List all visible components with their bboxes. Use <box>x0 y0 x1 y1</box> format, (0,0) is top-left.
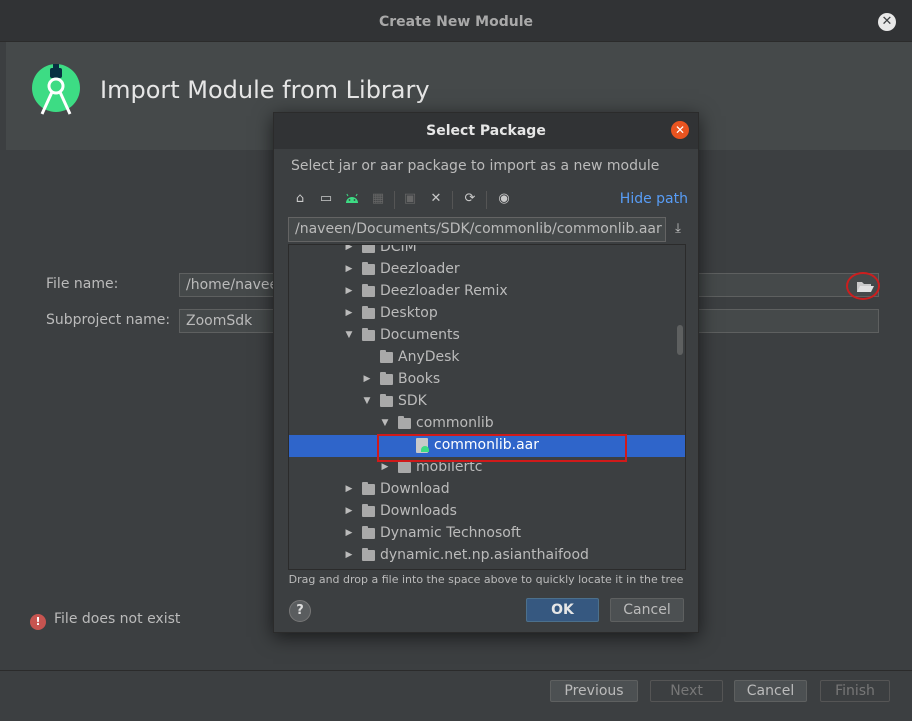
window-close-icon[interactable]: ✕ <box>878 13 896 31</box>
select-package-dialog: Select Package ✕ Select jar or aar packa… <box>273 112 699 633</box>
folder-icon <box>362 262 375 275</box>
tree-folder-row[interactable]: ▼ SDK <box>289 391 685 413</box>
outer-titlebar: Create New Module ✕ <box>0 0 912 42</box>
folder-icon <box>362 548 375 561</box>
subproject-name-label: Subproject name: <box>46 312 171 328</box>
tree-item-label: Dynamic Technosoft <box>380 525 522 541</box>
desktop-icon[interactable]: ▭ <box>318 191 334 207</box>
tree-folder-row[interactable]: ▼ commonlib <box>289 413 685 435</box>
selection-highlight-box <box>377 434 627 462</box>
collapsed-arrow-icon[interactable]: ▶ <box>344 264 354 274</box>
scroll-thumb[interactable] <box>677 325 683 355</box>
toolbar-separator <box>452 191 453 209</box>
tree-item-label: dynamic.net.np.asianthaifood <box>380 547 589 563</box>
tree-folder-row[interactable]: ▶ Downloads <box>289 501 685 523</box>
collapsed-arrow-icon[interactable]: ▶ <box>344 245 354 252</box>
path-input[interactable]: /naveen/Documents/SDK/commonlib/commonli… <box>288 217 666 242</box>
show-hidden-icon[interactable]: ◉ <box>496 191 512 207</box>
expanded-arrow-icon[interactable]: ▼ <box>344 330 354 340</box>
tree-item-label: DCIM <box>380 244 417 255</box>
drag-drop-hint: Drag and drop a file into the space abov… <box>288 573 684 586</box>
dialog-close-icon[interactable]: ✕ <box>671 121 689 139</box>
dialog-description: Select jar or aar package to import as a… <box>291 158 660 174</box>
finish-button[interactable]: Finish <box>820 680 890 702</box>
tree-folder-row[interactable]: ▶ Books <box>289 369 685 391</box>
expanded-arrow-icon[interactable]: ▼ <box>362 396 372 406</box>
tree-item-label: Books <box>398 371 441 387</box>
folder-icon <box>362 526 375 539</box>
hide-path-link[interactable]: Hide path <box>620 191 688 207</box>
next-button[interactable]: Next <box>650 680 723 702</box>
tree-item-label: Deezloader Remix <box>380 283 508 299</box>
expanded-arrow-icon[interactable]: ▼ <box>380 418 390 428</box>
error-message: ! File does not exist <box>30 611 180 630</box>
tree-folder-row[interactable]: ▶ Deezloader Remix <box>289 281 685 303</box>
tree-item-label: commonlib <box>416 415 494 431</box>
file-name-label: File name: <box>46 276 119 292</box>
tree-folder-row[interactable]: ▶ Deezloader <box>289 259 685 281</box>
ok-button[interactable]: OK <box>526 598 599 622</box>
tree-item-label: Downloads <box>380 503 457 519</box>
browse-highlight-circle <box>846 272 880 300</box>
tree-scrollbar[interactable] <box>675 245 685 569</box>
tree-folder-row[interactable]: ▶ Dynamic Technosoft <box>289 523 685 545</box>
file-tree[interactable]: ▶ dynamic.net.np.asianthaifood ▶ Dynamic Te… <box>288 244 686 570</box>
previous-button[interactable]: Previous <box>550 680 638 702</box>
folder-icon <box>380 394 393 407</box>
tree-folder-row[interactable]: ▶ Download <box>289 479 685 501</box>
home-icon[interactable]: ⌂ <box>292 191 308 207</box>
collapsed-arrow-icon[interactable]: ▶ <box>344 484 354 494</box>
android-icon[interactable] <box>344 191 360 207</box>
help-button[interactable]: ? <box>289 600 311 622</box>
android-studio-logo-icon <box>32 64 80 115</box>
collapsed-arrow-icon[interactable]: ▶ <box>344 506 354 516</box>
toolbar-separator <box>394 191 395 209</box>
download-icon[interactable]: ⤓ <box>670 221 686 237</box>
collapsed-arrow-icon[interactable]: ▶ <box>344 308 354 318</box>
tree-folder-row[interactable]: ▶ Desktop <box>289 303 685 325</box>
cancel-wizard-button[interactable]: Cancel <box>734 680 807 702</box>
error-icon: ! <box>30 614 46 630</box>
collapsed-arrow-icon[interactable]: ▶ <box>362 374 372 384</box>
tree-item-label: Download <box>380 481 450 497</box>
refresh-icon[interactable]: ⟳ <box>462 191 478 207</box>
tree-item-label: Documents <box>380 327 460 343</box>
android-glyph <box>346 193 358 203</box>
collapsed-arrow-icon[interactable]: ▶ <box>380 462 390 472</box>
tree-item-label: Deezloader <box>380 261 460 277</box>
dialog-title: Select Package <box>426 123 546 139</box>
folder-icon <box>380 350 393 363</box>
tree-folder-row[interactable]: ▼ Documents <box>289 325 685 347</box>
new-folder-icon[interactable]: ▣ <box>402 191 418 207</box>
collapsed-arrow-icon[interactable]: ▶ <box>344 528 354 538</box>
tree-item-label: SDK <box>398 393 427 409</box>
folder-icon <box>362 306 375 319</box>
tree-item-label: AnyDesk <box>398 349 460 365</box>
cancel-button[interactable]: Cancel <box>610 598 684 622</box>
tree-item-label: Desktop <box>380 305 438 321</box>
folder-icon <box>362 328 375 341</box>
toolbar-separator <box>486 191 487 209</box>
folder-icon <box>362 284 375 297</box>
folder-icon <box>398 460 411 473</box>
tree-folder-row[interactable]: ▶ dynamic.net.np.asianthaifood <box>289 545 685 567</box>
folder-icon <box>362 482 375 495</box>
page-title: Import Module from Library <box>100 76 430 104</box>
module-icon[interactable]: ▦ <box>370 191 386 207</box>
error-text: File does not exist <box>54 611 181 627</box>
folder-icon <box>380 372 393 385</box>
window-title: Create New Module <box>378 14 534 30</box>
delete-icon[interactable]: ✕ <box>428 191 444 207</box>
folder-icon <box>398 416 411 429</box>
collapsed-arrow-icon[interactable]: ▶ <box>344 550 354 560</box>
tree-folder-row[interactable]: AnyDesk <box>289 347 685 369</box>
file-chooser-toolbar: ⌂ ▭ ▦ ▣ ✕ ⟳ ◉ Hide path <box>288 187 688 213</box>
tree-folder-row[interactable]: ▶ DCIM <box>289 244 685 259</box>
collapsed-arrow-icon[interactable]: ▶ <box>344 286 354 296</box>
folder-icon <box>362 504 375 517</box>
folder-icon <box>362 245 375 253</box>
